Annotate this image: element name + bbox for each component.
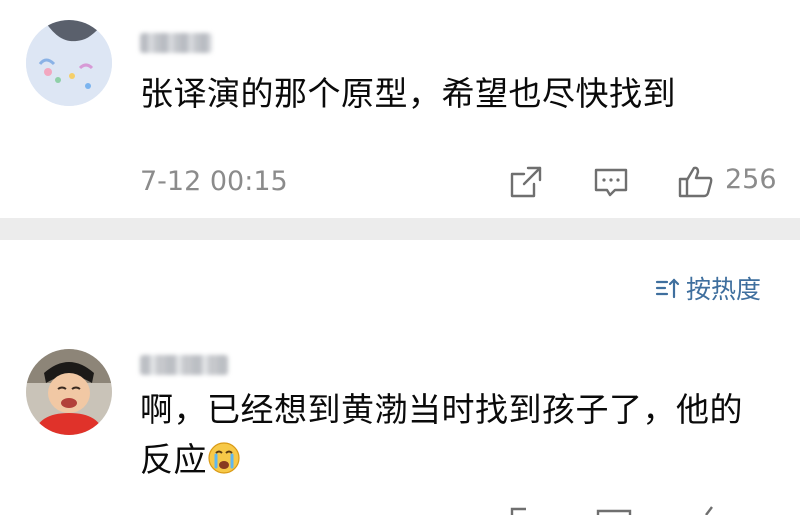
thumbs-up-icon[interactable] — [705, 506, 713, 516]
share-icon[interactable] — [510, 507, 526, 515]
crying-face-icon — [207, 439, 241, 474]
avatar[interactable] — [26, 349, 112, 435]
section-divider — [0, 218, 800, 240]
share-icon[interactable] — [506, 162, 546, 202]
comment-actions-partial — [0, 500, 800, 516]
comment-timestamp: 7-12 00:15 — [140, 165, 288, 197]
reply-icon[interactable] — [591, 162, 631, 202]
comment-text: 张译演的那个原型，希望也尽快找到 — [140, 74, 676, 113]
sort-icon — [655, 278, 680, 299]
thumbs-up-icon[interactable] — [676, 162, 716, 202]
username[interactable] — [140, 33, 212, 53]
sort-label: 按热度 — [686, 275, 762, 304]
avatar[interactable] — [26, 20, 112, 106]
like-count: 256 — [725, 164, 777, 195]
comment-text: 啊，已经想到黄渤当时找到孩子了，他的反应 — [140, 390, 743, 479]
username[interactable] — [140, 355, 228, 375]
sort-by-hot-button[interactable]: 按热度 — [654, 270, 761, 306]
